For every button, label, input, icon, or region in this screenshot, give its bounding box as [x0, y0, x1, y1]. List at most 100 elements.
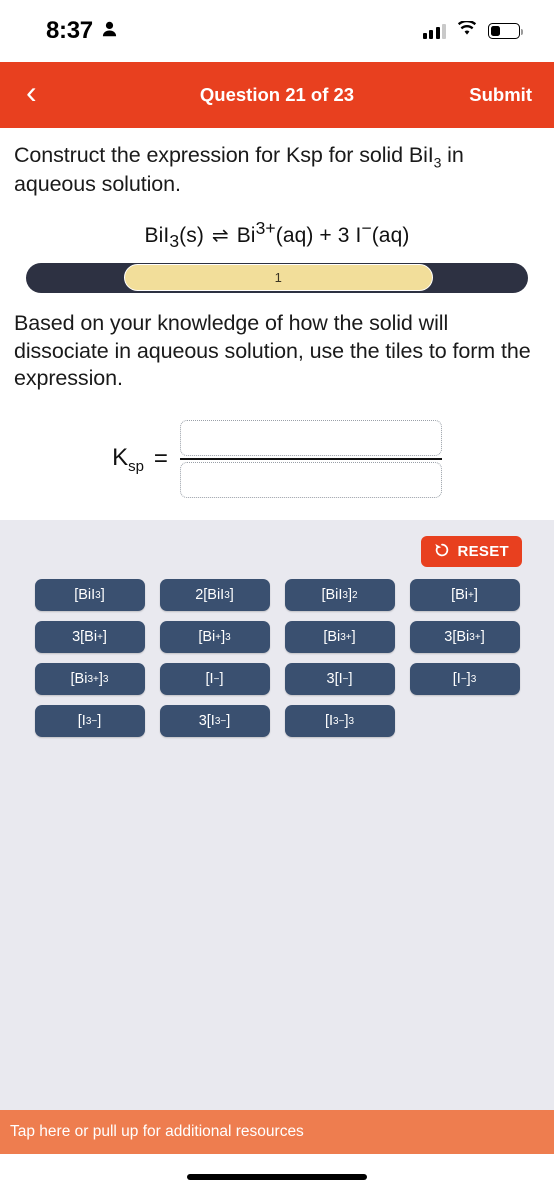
- equation-plus: +: [319, 224, 332, 248]
- reset-button[interactable]: RESET: [421, 536, 522, 568]
- additional-resources-bar[interactable]: Tap here or pull up for additional resou…: [0, 1110, 554, 1154]
- ksp-label-main: K: [112, 444, 129, 472]
- person-icon: [102, 21, 117, 42]
- equation-reactant-state: (s): [179, 224, 204, 248]
- tile-coefficient: 3: [326, 671, 335, 688]
- answer-tile[interactable]: 3 [Bi +]: [34, 621, 145, 654]
- fraction-bar: [179, 458, 442, 461]
- equation-product2-superscript: −: [361, 218, 372, 239]
- answer-tile-grid: [BiI 3] 2 [BiI 3] [BiI 3] 2 [Bi +] 3 [Bi +] [Bi +] 3 [Bi…: [14, 579, 540, 738]
- app-screen: 8:37 ‹ Question 21 of 23 Submit Construc…: [0, 0, 554, 1200]
- tile-exponent: 3: [102, 673, 109, 685]
- answer-tile[interactable]: 3 [Bi 3+]: [409, 621, 520, 654]
- question-instructions: Based on your knowledge of how the solid…: [14, 310, 531, 391]
- answer-fraction: [179, 420, 442, 499]
- wifi-icon: [457, 19, 477, 41]
- additional-resources-label: Tap here or pull up for additional resou…: [10, 1123, 304, 1140]
- answer-tile[interactable]: [I −]: [159, 663, 270, 696]
- tile-species: [Bi: [323, 629, 341, 646]
- tile-bracket-close: ]: [473, 587, 478, 604]
- answer-tile[interactable]: 3 [I −]: [284, 663, 395, 696]
- status-bar-right: [422, 19, 524, 41]
- tile-charge-superscript: 3+: [469, 631, 481, 643]
- equilibrium-arrow-icon: ⇌: [211, 225, 229, 248]
- equals-sign: =: [153, 445, 168, 473]
- tile-coefficient: 2: [195, 587, 204, 604]
- ksp-label-subscript: sp: [128, 457, 144, 475]
- answer-tile[interactable]: [I 3−]: [34, 705, 145, 738]
- tile-bracket-close: ]: [97, 713, 102, 730]
- tile-bracket-close: ]: [348, 671, 353, 688]
- answer-tile[interactable]: 3 [I 3−]: [159, 705, 270, 738]
- answer-tile[interactable]: [Bi +]: [409, 579, 520, 612]
- tile-species: [I: [452, 671, 461, 688]
- answer-tile[interactable]: 2 [BiI 3]: [159, 579, 270, 612]
- reset-button-label: RESET: [457, 543, 509, 561]
- tile-bracket-close: ]: [226, 713, 231, 730]
- navigation-bar: ‹ Question 21 of 23 Submit: [0, 62, 554, 128]
- equation-product2-state: (aq): [371, 224, 410, 248]
- equation-product1: Bi: [236, 224, 256, 248]
- tile-charge-superscript: 3−: [214, 715, 227, 727]
- tile-coefficient: 3: [198, 713, 207, 730]
- numerator-drop-slot[interactable]: [179, 420, 442, 457]
- answer-tile[interactable]: [I −] 3: [409, 663, 520, 696]
- tile-species: [Bi: [452, 629, 470, 646]
- tile-bracket-close: ]: [351, 629, 356, 646]
- tile-exponent: 2: [351, 589, 358, 601]
- tile-exponent: 3: [348, 715, 355, 727]
- tile-charge-superscript: 3+: [87, 673, 99, 685]
- tile-species: [Bi: [451, 587, 469, 604]
- answer-tile[interactable]: [BiI 3]: [34, 579, 145, 612]
- tile-exponent: 3: [225, 631, 231, 643]
- tile-species: [I: [334, 671, 343, 688]
- equation-product1-state: (aq): [275, 224, 314, 248]
- denominator-drop-slot[interactable]: [179, 462, 442, 499]
- tile-charge-superscript: 3+: [340, 631, 352, 643]
- tile-charge-superscript: 3−: [333, 715, 345, 727]
- answer-tile[interactable]: [Bi 3+]: [284, 621, 395, 654]
- tile-species: [I: [206, 713, 215, 730]
- tile-bracket-close: ]: [102, 629, 107, 646]
- answer-tile[interactable]: [Bi 3+] 3: [34, 663, 145, 696]
- tile-bracket-close: ]: [480, 629, 485, 646]
- submit-button[interactable]: Submit: [469, 84, 532, 106]
- answer-tile[interactable]: [Bi +] 3: [159, 621, 270, 654]
- prompt-text-prefix: Construct the expression for Ksp for sol…: [14, 143, 434, 167]
- tile-bracket-close: ]: [229, 587, 234, 604]
- reset-row: RESET: [14, 536, 540, 568]
- status-bar: 8:37: [0, 0, 554, 62]
- tile-species: [Bi: [70, 671, 88, 688]
- tile-species: [Bi: [80, 629, 98, 646]
- home-indicator-area: [0, 1154, 554, 1200]
- equation-product1-superscript: 3+: [255, 218, 276, 239]
- tile-exponent: 3: [470, 673, 477, 685]
- progress-bar: 1: [26, 262, 528, 293]
- answer-tile[interactable]: [BiI 3] 2: [284, 579, 395, 612]
- back-chevron-icon[interactable]: ‹: [22, 72, 47, 118]
- tile-charge-superscript: 3−: [85, 715, 98, 727]
- tile-species: [BiI: [203, 587, 225, 604]
- equation-reactant-subscript: 3: [169, 231, 180, 252]
- answer-expression: Ksp =: [14, 420, 540, 520]
- battery-icon: [488, 23, 524, 39]
- status-time: 8:37: [46, 17, 93, 44]
- reset-circular-arrow-icon: [434, 542, 450, 562]
- tile-species: [BiI: [321, 587, 343, 604]
- tile-bracket-close: ]: [219, 671, 224, 688]
- tile-species: [I: [324, 713, 334, 730]
- equation-reactant: BiI: [144, 224, 170, 248]
- tile-species: [I: [77, 713, 86, 730]
- question-area: Construct the expression for Ksp for sol…: [0, 128, 554, 521]
- tile-species: [BiI: [74, 587, 96, 604]
- answer-tile[interactable]: [I 3−] 3: [284, 705, 395, 738]
- home-indicator[interactable]: [187, 1174, 367, 1180]
- status-bar-left: 8:37: [46, 17, 117, 45]
- tile-tray: RESET [BiI 3] 2 [BiI 3] [BiI 3] 2 [Bi +] 3 [Bi +] [Bi…: [0, 520, 554, 1110]
- question-prompt: Construct the expression for Ksp for sol…: [14, 142, 540, 199]
- tile-coefficient: 3: [444, 629, 453, 646]
- tile-species: [Bi: [198, 629, 216, 646]
- chemical-equation: BiI3(s) ⇌ Bi3+(aq) + 3 I−(aq): [14, 218, 540, 252]
- ksp-label: Ksp: [112, 444, 144, 475]
- tile-coefficient: 3: [72, 629, 81, 646]
